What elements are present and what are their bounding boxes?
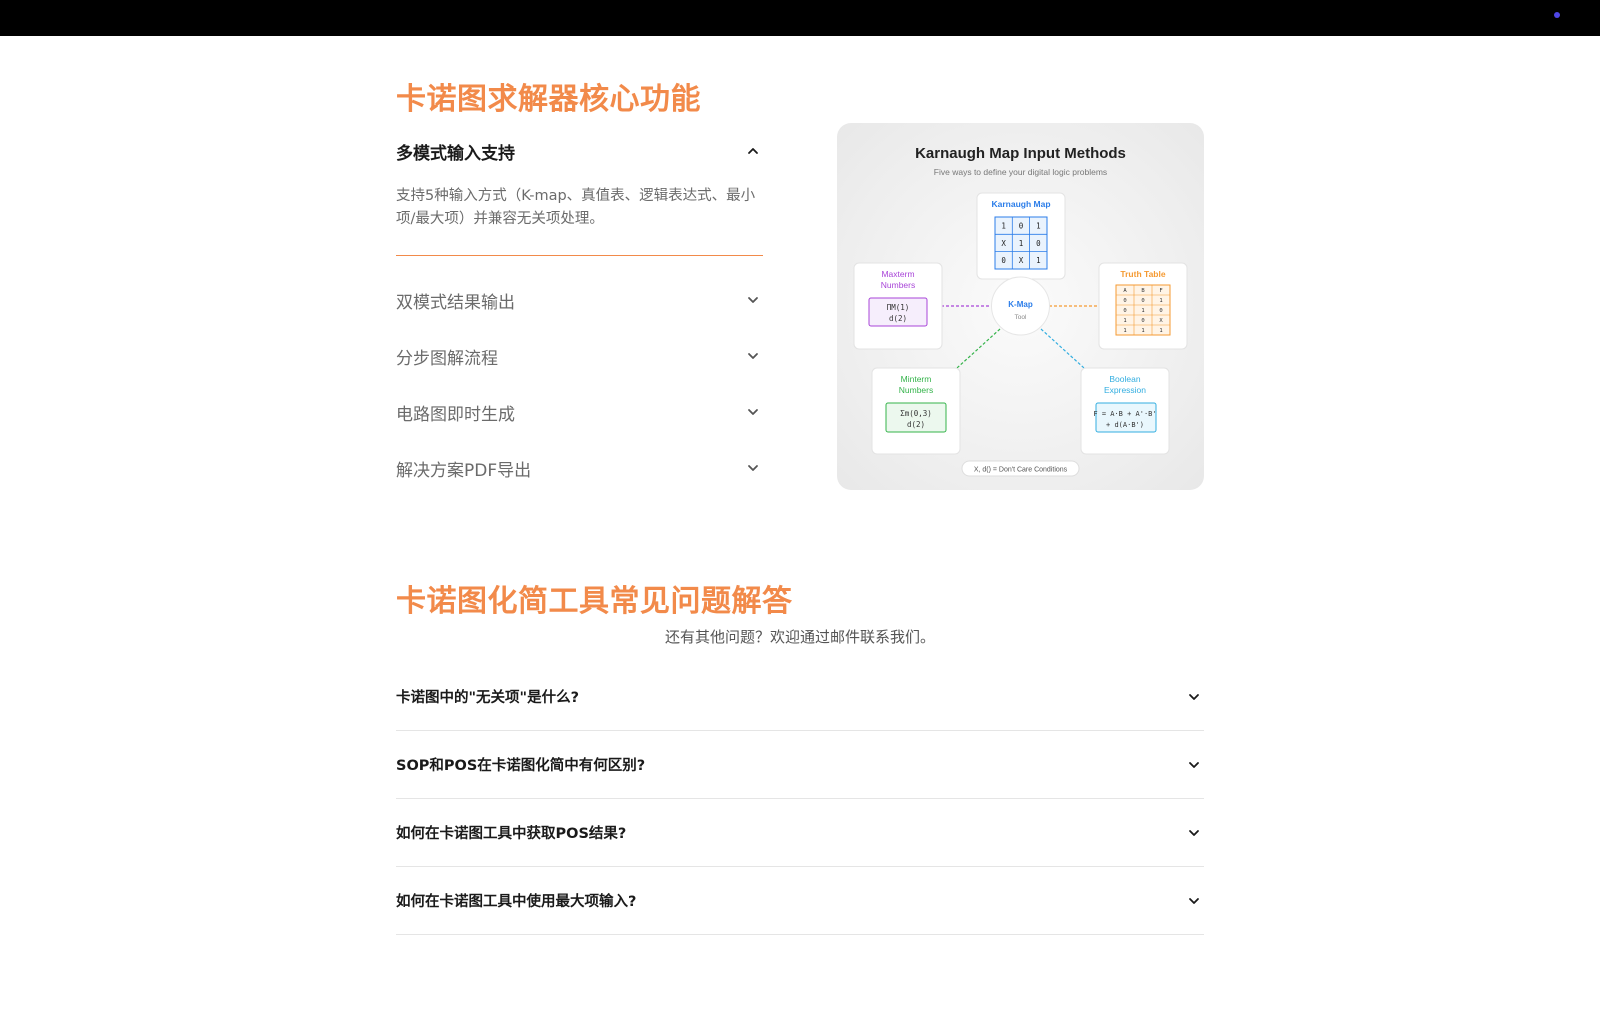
truth-table-cell: F xyxy=(1159,288,1162,294)
maxterm-line1: ΠM(1) xyxy=(887,303,910,312)
truth-table-cell: 1 xyxy=(1123,318,1126,324)
kmap-tool-center: K-Map Tool xyxy=(991,276,1050,336)
boolean-line2: + d(A·B') xyxy=(1106,421,1144,429)
maxterm-label2: Numbers xyxy=(881,280,915,290)
truth-table-cell: 0 xyxy=(1123,298,1126,304)
kmap-cell: X xyxy=(1001,239,1006,248)
truth-table-cell: 1 xyxy=(1159,328,1162,334)
status-dot xyxy=(1554,12,1560,18)
chevron-down-icon xyxy=(747,294,759,306)
minterm-line2: d(2) xyxy=(907,420,925,429)
chevron-down-icon xyxy=(1188,827,1200,839)
chevron-down-icon xyxy=(747,350,759,362)
chevron-up-icon xyxy=(747,145,759,157)
feature-label: 电路图即时生成 xyxy=(396,404,515,425)
center-sub: Tool xyxy=(1015,314,1027,321)
truth-table-card: Truth Table A B F0 0 10 1 01 0 X1 1 1 xyxy=(1098,262,1188,350)
kmap-cell: 0 xyxy=(1019,222,1024,231)
feature-item-circuit[interactable]: 电路图即时生成 xyxy=(396,384,763,440)
kmap-input-methods-illustration: Karnaugh Map Input Methods Five ways to … xyxy=(837,123,1204,490)
minterm-line1: Σm(0,3) xyxy=(900,409,932,418)
kmap-cell: 1 xyxy=(1036,222,1041,231)
chevron-down-icon xyxy=(747,462,759,474)
kmap-cell: 1 xyxy=(1036,256,1041,265)
chevron-down-icon xyxy=(747,406,759,418)
truth-table-cell: 0 xyxy=(1159,308,1162,314)
feature-label: 解决方案PDF导出 xyxy=(396,460,532,481)
top-bar xyxy=(0,0,1600,36)
feature-label: 多模式输入支持 xyxy=(396,143,515,164)
chevron-down-icon xyxy=(1188,691,1200,703)
illus-title: Karnaugh Map Input Methods xyxy=(915,145,1126,162)
illus-subtitle: Five ways to define your digital logic p… xyxy=(934,167,1107,177)
kmap-cell: 0 xyxy=(1036,239,1041,248)
kmap-cell: 1 xyxy=(1019,239,1024,248)
kmap-label: Karnaugh Map xyxy=(991,199,1050,209)
boolean-label2: Expression xyxy=(1104,385,1146,395)
feature-item-step-diagram[interactable]: 分步图解流程 xyxy=(396,328,763,384)
truth-table-cell: 0 xyxy=(1141,298,1144,304)
chevron-down-icon xyxy=(1188,759,1200,771)
feature-label: 双模式结果输出 xyxy=(396,292,515,313)
kmap-cell: X xyxy=(1019,256,1024,265)
connector-minterm xyxy=(956,328,1001,369)
maxterm-label1: Maxterm xyxy=(881,269,914,279)
minterm-label2: Numbers xyxy=(899,385,933,395)
faq-subtitle: 还有其他问题？欢迎通过邮件联系我们。 xyxy=(664,628,935,646)
maxterm-card: Maxterm Numbers ΠM(1) d(2) xyxy=(853,262,943,350)
features-accordion: 多模式输入支持 支持5种输入方式（K-map、真值表、逻辑表达式、最小项/最大项… xyxy=(396,123,763,496)
truth-table-cell: 1 xyxy=(1159,298,1162,304)
truth-table-cell: 0 xyxy=(1123,308,1126,314)
feature-item-multi-input[interactable]: 多模式输入支持 xyxy=(396,123,763,179)
truth-label: Truth Table xyxy=(1120,269,1165,279)
boolean-label1: Boolean xyxy=(1109,374,1140,384)
truth-table-cell: 1 xyxy=(1141,308,1144,314)
features-title: 卡诺图求解器核心功能 xyxy=(396,82,701,117)
faq-item-maxterm-input[interactable]: 如何在卡诺图工具中使用最大项输入? xyxy=(396,867,1204,935)
footnote-text: X, d() = Don't Care Conditions xyxy=(974,467,1068,474)
connector-boolean xyxy=(1040,328,1085,369)
feature-item-dual-output[interactable]: 双模式结果输出 xyxy=(396,272,763,328)
kmap-card: Karnaugh Map 1 0 1 X 1 0 0 X 1 xyxy=(976,192,1066,280)
feature-item-pdf-export[interactable]: 解决方案PDF导出 xyxy=(396,440,763,496)
truth-table-cell: 0 xyxy=(1141,318,1144,324)
faq-title: 卡诺图化简工具常见问题解答 xyxy=(396,584,793,619)
faq-question: 卡诺图中的"无关项"是什么? xyxy=(396,690,580,706)
maxterm-line2: d(2) xyxy=(889,314,907,323)
boolean-card: Boolean Expression F = A·B + A'·B' + d(A… xyxy=(1080,367,1170,455)
kmap-cell: 0 xyxy=(1001,256,1006,265)
faq-question: SOP和POS在卡诺图化简中有何区别? xyxy=(396,758,646,774)
truth-table-cell: 1 xyxy=(1141,328,1144,334)
faq-item-pos-result[interactable]: 如何在卡诺图工具中获取POS结果? xyxy=(396,799,1204,867)
kmap-cell: 1 xyxy=(1001,222,1006,231)
faq-question: 如何在卡诺图工具中获取POS结果? xyxy=(396,826,627,842)
center-title: K-Map xyxy=(1008,300,1033,309)
truth-table-cell: 1 xyxy=(1123,328,1126,334)
faq-question: 如何在卡诺图工具中使用最大项输入? xyxy=(396,894,637,910)
feature-description: 支持5种输入方式（K-map、真值表、逻辑表达式、最小项/最大项）并兼容无关项处… xyxy=(396,179,763,256)
minterm-card: Minterm Numbers Σm(0,3) d(2) xyxy=(871,367,961,455)
chevron-down-icon xyxy=(1188,895,1200,907)
faq-item-dont-care[interactable]: 卡诺图中的"无关项"是什么? xyxy=(396,663,1204,731)
feature-label: 分步图解流程 xyxy=(396,348,498,369)
faq-item-sop-pos[interactable]: SOP和POS在卡诺图化简中有何区别? xyxy=(396,731,1204,799)
boolean-line1: F = A·B + A'·B' xyxy=(1093,410,1156,418)
minterm-label1: Minterm xyxy=(901,374,932,384)
